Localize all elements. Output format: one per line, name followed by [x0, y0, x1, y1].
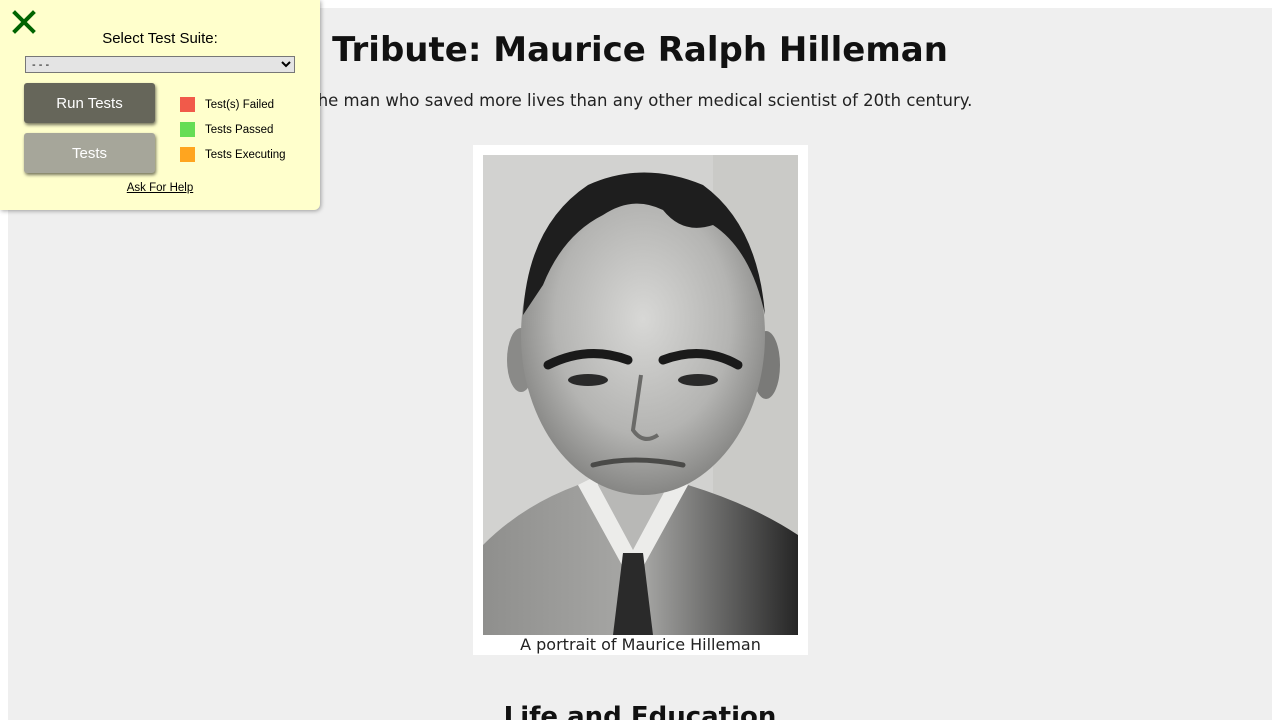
- select-test-suite-label: Select Test Suite:: [102, 30, 218, 47]
- portrait-figure: A portrait of Maurice Hilleman: [473, 145, 808, 655]
- executing-swatch: [180, 147, 195, 162]
- run-tests-button[interactable]: Run Tests: [24, 83, 155, 123]
- test-suite-select[interactable]: - - -: [25, 56, 295, 73]
- tests-button[interactable]: Tests: [24, 133, 155, 173]
- ask-for-help-link[interactable]: Ask For Help: [0, 182, 320, 194]
- section-heading-life-education: Life and Education: [503, 702, 777, 720]
- passed-swatch: [180, 122, 195, 137]
- legend-label-failed: Test(s) Failed: [205, 98, 275, 111]
- test-runner-panel: Select Test Suite: - - - Run Tests Tests…: [0, 0, 320, 210]
- legend-item-executing: Tests Executing: [180, 142, 310, 167]
- test-status-legend: Test(s) Failed Tests Passed Tests Execut…: [180, 92, 310, 167]
- portrait-caption: A portrait of Maurice Hilleman: [520, 635, 761, 654]
- legend-item-passed: Tests Passed: [180, 117, 310, 142]
- legend-item-failed: Test(s) Failed: [180, 92, 310, 117]
- portrait-illustration: [483, 155, 798, 635]
- legend-label-passed: Tests Passed: [205, 123, 274, 136]
- legend-label-executing: Tests Executing: [205, 148, 286, 161]
- portrait-image: [483, 155, 798, 635]
- failed-swatch: [180, 97, 195, 112]
